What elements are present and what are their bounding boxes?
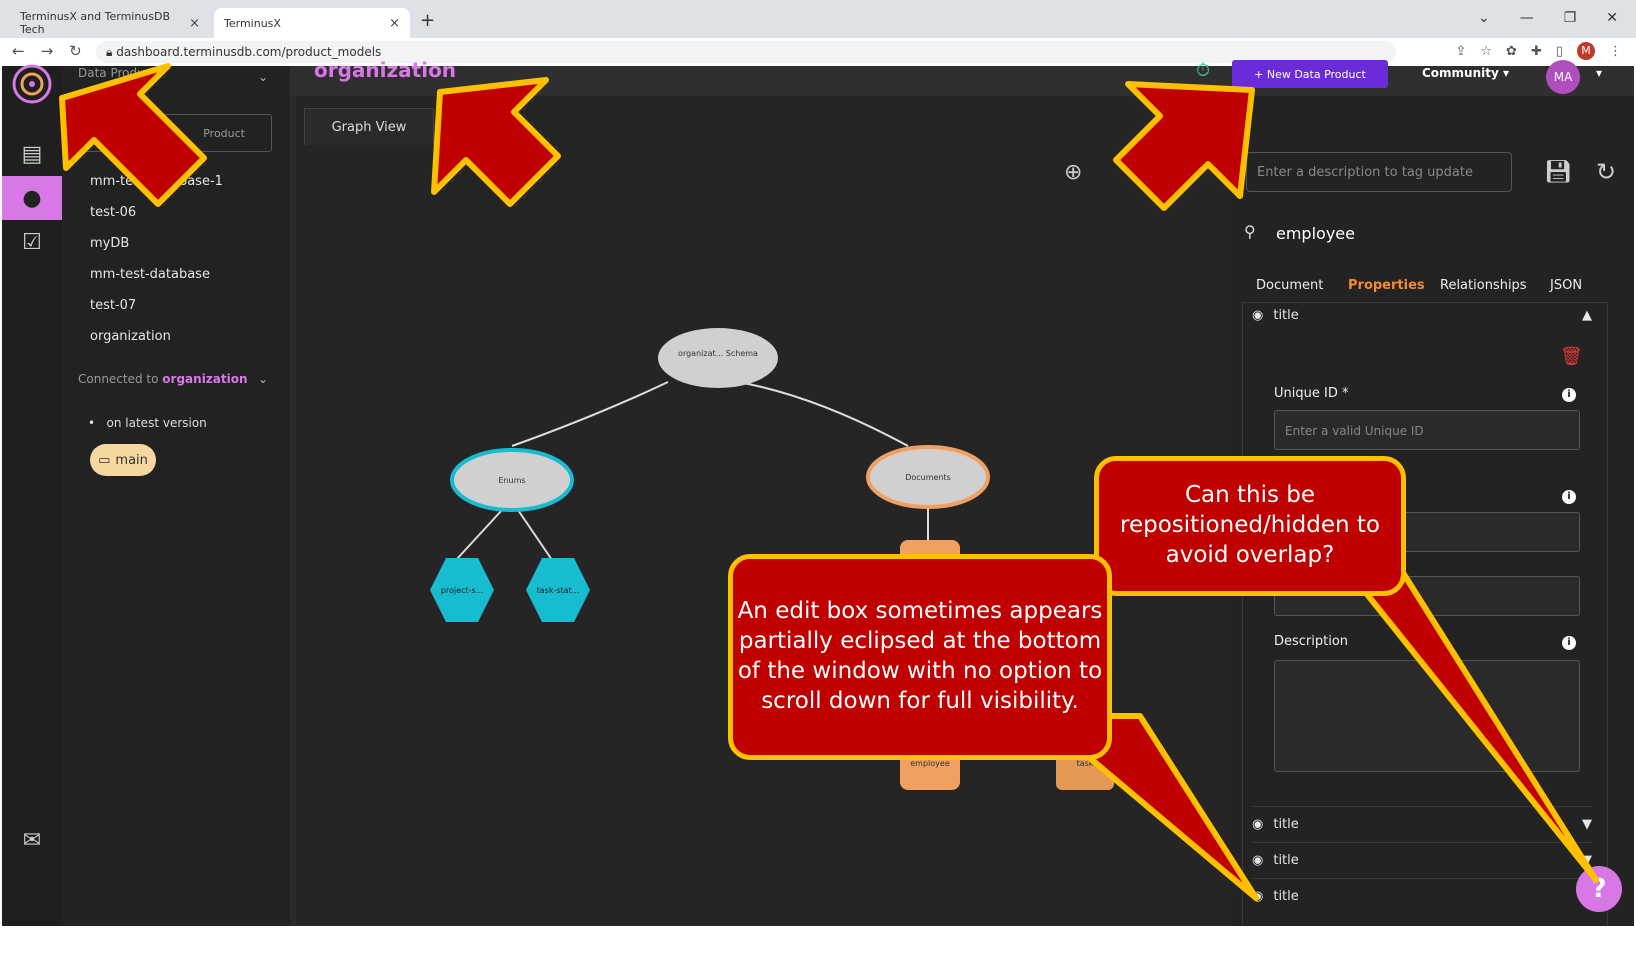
arrow-up-right-icon (1113, 81, 1255, 211)
callout-edit-box: An edit box sometimes appears partially … (728, 554, 1112, 760)
arrow-up-left-icon (431, 77, 561, 207)
callout-pointer (1343, 565, 1599, 883)
callout-repositioning: Can this be repositioned/hidden to avoid… (1094, 456, 1406, 596)
arrow-up-left-icon (59, 63, 207, 207)
